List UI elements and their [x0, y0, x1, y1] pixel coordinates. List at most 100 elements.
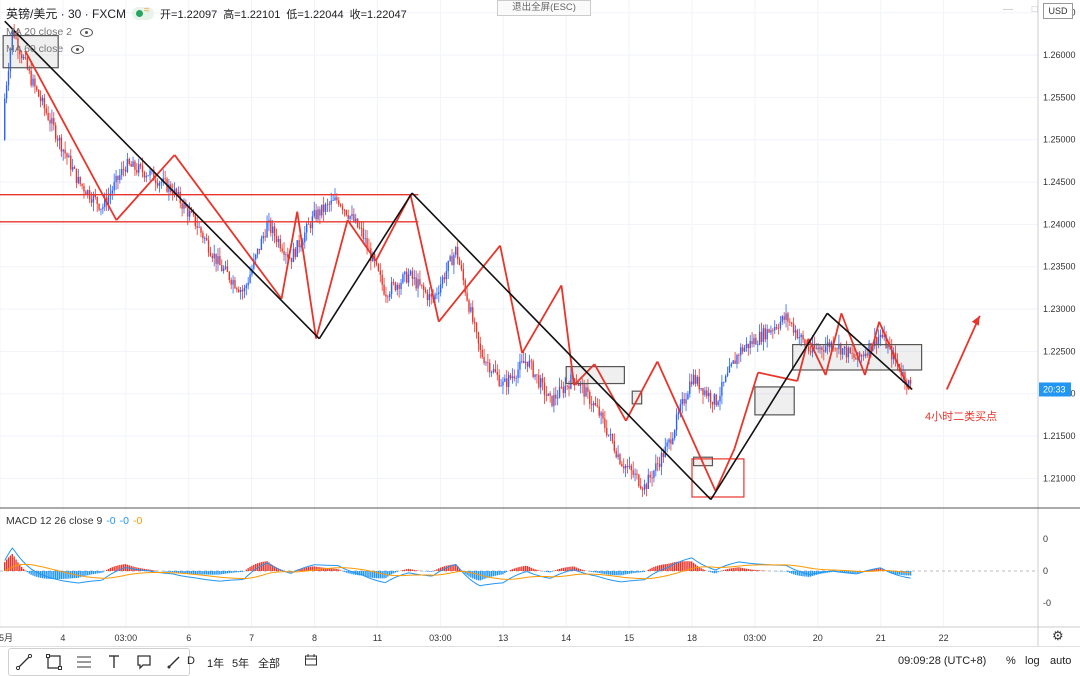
rectangle-tool[interactable]	[39, 649, 69, 675]
brush-tool[interactable]	[159, 649, 189, 675]
macd-histogram-bar	[93, 571, 94, 574]
period-5y-button[interactable]: 5年	[232, 655, 249, 671]
candle-body	[676, 414, 677, 430]
date-range-icon[interactable]	[304, 653, 318, 670]
macd-tick-label: 0	[1043, 534, 1048, 544]
indicator-ma2-label: MA 60 close	[6, 43, 63, 55]
candle-body	[76, 169, 77, 183]
candle-body	[585, 387, 586, 396]
candle-body	[115, 176, 116, 182]
macd-histogram-bar	[712, 571, 713, 573]
macd-histogram-bar	[744, 568, 745, 571]
candle-body	[61, 138, 62, 152]
candle-body	[217, 256, 218, 264]
macd-histogram-bar	[736, 567, 737, 571]
candle-body	[200, 227, 201, 232]
candle-body	[689, 382, 690, 394]
text-tool[interactable]	[99, 649, 129, 675]
macd-histogram-bar	[802, 571, 803, 576]
candle-body	[140, 164, 141, 166]
candle-body	[755, 338, 756, 345]
candle-body	[353, 214, 354, 221]
macd-histogram-bar	[597, 571, 598, 573]
candle-body	[608, 435, 609, 436]
time-tick-label: 11	[373, 633, 382, 643]
candle-body	[712, 402, 713, 404]
candle-body	[132, 161, 133, 166]
period-d-button[interactable]: D	[187, 655, 195, 667]
candle-body	[230, 280, 231, 285]
settings-gear-icon[interactable]: ⚙	[1052, 628, 1064, 644]
candle-body	[121, 169, 122, 175]
candle-body	[534, 374, 535, 377]
auto-toggle[interactable]: auto	[1050, 655, 1071, 667]
fib-tool[interactable]	[69, 649, 99, 675]
indicator-ma1[interactable]: MA 20 close 2	[6, 26, 93, 38]
trend-line-tool[interactable]	[9, 649, 39, 675]
macd-histogram-bar	[608, 571, 609, 575]
eye-icon[interactable]	[80, 28, 93, 37]
candle-body	[880, 335, 881, 337]
macd-legend[interactable]: MACD 12 26 close 9 -0 -0 -0	[6, 515, 142, 527]
macd-histogram-bar	[683, 561, 684, 571]
exit-fullscreen-button[interactable]: 退出全屏(ESC)	[497, 0, 591, 16]
macd-histogram-bar	[13, 556, 14, 571]
candle-body	[125, 170, 126, 172]
candle-body	[725, 376, 726, 382]
macd-histogram-bar	[206, 571, 207, 575]
time-tick-label: 5月	[0, 633, 13, 643]
candle-body	[249, 275, 250, 283]
macd-tick-label: 0	[1043, 566, 1048, 576]
macd-histogram-bar	[521, 566, 522, 571]
candle-body	[563, 387, 564, 393]
consolidation-box	[755, 387, 794, 415]
candle-body	[742, 347, 743, 351]
macd-histogram-bar	[61, 571, 62, 579]
candle-body	[440, 284, 441, 292]
candle-body	[708, 393, 709, 396]
candle-body	[380, 271, 381, 275]
eye-icon[interactable]	[71, 45, 84, 54]
candle-body	[8, 71, 9, 85]
macd-histogram-bar	[519, 567, 520, 571]
candle-body	[738, 355, 739, 356]
candle-body	[778, 328, 779, 329]
macd-histogram-bar	[110, 568, 111, 571]
macd-histogram-bar	[234, 571, 235, 573]
price-tick-label: 1.21000	[1043, 473, 1076, 483]
window-controls[interactable]: — □	[1003, 4, 1046, 15]
macd-histogram-bar	[448, 565, 449, 571]
candle-body	[470, 307, 471, 312]
macd-histogram-bar	[727, 569, 728, 571]
candle-body	[164, 178, 165, 179]
macd-histogram-bar	[59, 571, 60, 579]
currency-label[interactable]: USD	[1043, 3, 1073, 19]
ohlc-low: 低=1.22044	[286, 6, 343, 22]
candle-body	[444, 277, 445, 279]
clock-display[interactable]: 09:09:28 (UTC+8)	[898, 655, 986, 667]
percent-toggle[interactable]: %	[1006, 655, 1016, 667]
macd-histogram-bar	[193, 571, 194, 574]
macd-histogram-bar	[648, 570, 649, 571]
macd-histogram-bar	[53, 571, 54, 579]
period-1y-button[interactable]: 1年	[207, 655, 224, 671]
candle-body	[733, 360, 734, 363]
candle-body	[364, 238, 365, 239]
candle-body	[746, 344, 747, 348]
callout-tool[interactable]	[129, 649, 159, 675]
macd-histogram-bar	[685, 561, 686, 571]
time-tick-label: 18	[687, 633, 697, 643]
stroke-segment	[410, 195, 438, 322]
candle-body	[204, 238, 205, 239]
log-toggle[interactable]: log	[1025, 655, 1040, 667]
candle-body	[619, 454, 620, 464]
candle-body	[765, 328, 766, 339]
period-all-button[interactable]: 全部	[258, 655, 280, 671]
candle-body	[332, 200, 333, 201]
macd-histogram-bar	[644, 571, 645, 572]
candle-body	[474, 322, 475, 323]
candle-body	[678, 412, 679, 414]
candle-body	[376, 261, 377, 264]
indicator-ma2[interactable]: MA 60 close	[6, 43, 84, 55]
macd-value: -0	[106, 515, 115, 527]
